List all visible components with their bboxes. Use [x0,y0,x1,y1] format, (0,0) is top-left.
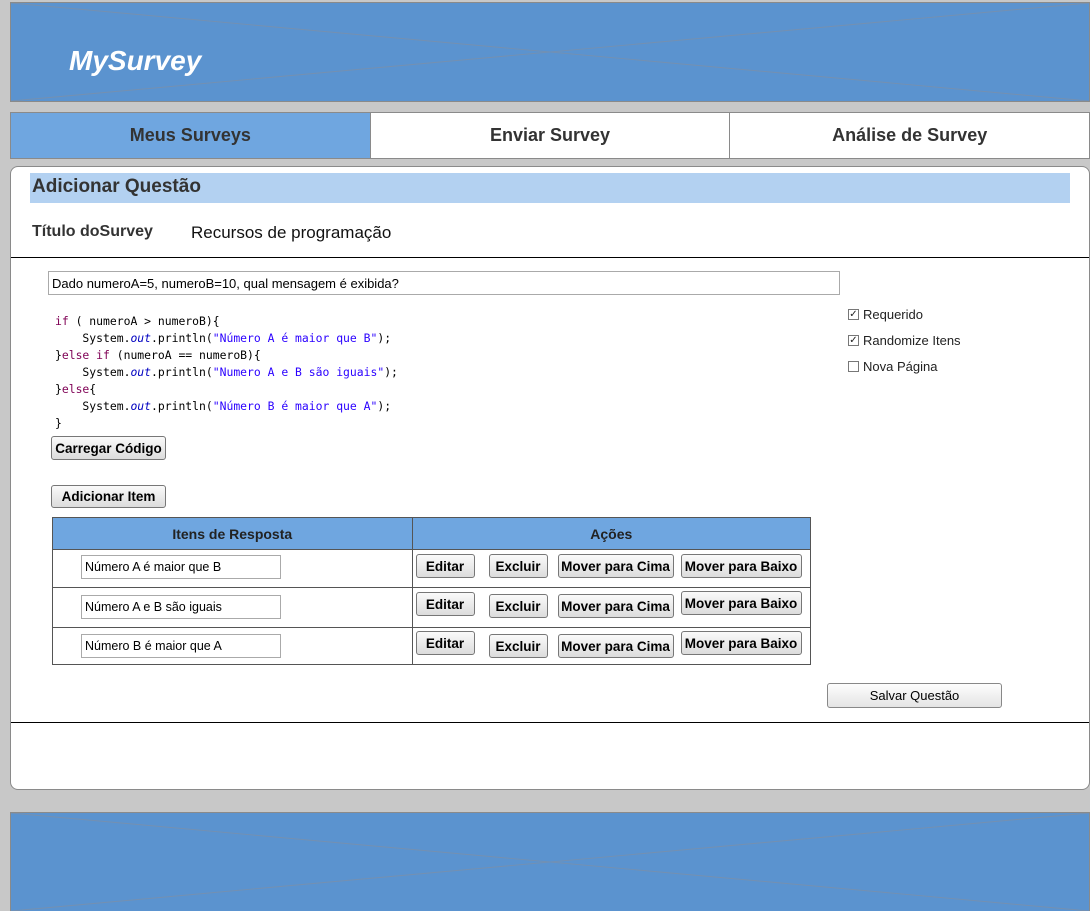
actions-cell: Editar Excluir Mover para Cima Mover par… [411,549,812,588]
delete-button[interactable]: Excluir [488,554,548,578]
delete-button[interactable]: Excluir [488,594,548,618]
divider-bottom [11,722,1089,723]
code-editor[interactable]: if ( numeroA > numeroB){ System.out.prin… [55,313,398,432]
divider-top [11,257,1089,258]
tab-meus-surveys[interactable]: Meus Surveys [10,112,371,159]
tab-analise-survey[interactable]: Análise de Survey [730,112,1090,159]
header-banner: MySurvey [10,2,1090,102]
survey-title-label: Título doSurvey [32,223,153,240]
answer-items-table: Itens de Resposta Ações Editar Excluir M… [52,517,812,665]
save-question-button[interactable]: Salvar Questão [827,683,1002,708]
table-row: Editar Excluir Mover para Cima Mover par… [52,627,812,665]
question-text-input[interactable] [48,271,840,295]
randomize-checkbox[interactable]: ✓ Randomize Itens [848,333,961,348]
footer-banner [10,812,1090,911]
checkbox-icon [848,361,859,372]
randomize-label: Randomize Itens [863,333,961,348]
edit-button[interactable]: Editar [415,631,475,655]
answer-item-input[interactable] [81,634,281,658]
edit-button[interactable]: Editar [415,554,475,578]
main-nav: Meus Surveys Enviar Survey Análise de Su… [10,112,1090,159]
delete-button[interactable]: Excluir [488,634,548,658]
question-editor-panel: Adicionar Questão Título doSurvey Recurs… [10,166,1090,790]
required-checkbox[interactable]: ✓ Requerido [848,307,923,322]
answer-item-input[interactable] [81,555,281,579]
app-logo: MySurvey [69,45,202,76]
move-up-button[interactable]: Mover para Cima [557,634,674,658]
required-label: Requerido [863,307,923,322]
survey-title-value: Recursos de programação [191,223,392,242]
column-header-actions: Ações [411,517,812,550]
checkbox-icon: ✓ [848,334,859,346]
move-up-button[interactable]: Mover para Cima [557,594,674,618]
actions-cell: Editar Excluir Mover para Cima Mover par… [411,627,812,665]
edit-button[interactable]: Editar [415,592,475,616]
load-code-button[interactable]: Carregar Código [51,436,166,460]
actions-cell: Editar Excluir Mover para Cima Mover par… [411,587,812,628]
section-title: Adicionar Questão [30,173,1070,203]
answer-item-input[interactable] [81,595,281,619]
item-cell [52,587,413,628]
column-header-items: Itens de Resposta [52,517,413,550]
tab-enviar-survey[interactable]: Enviar Survey [370,112,731,159]
move-up-button[interactable]: Mover para Cima [557,554,674,578]
table-row: Editar Excluir Mover para Cima Mover par… [52,587,812,628]
new-page-label: Nova Página [863,359,938,374]
move-down-button[interactable]: Mover para Baixo [680,631,802,655]
item-cell [52,627,413,665]
table-row: Editar Excluir Mover para Cima Mover par… [52,549,812,588]
move-down-button[interactable]: Mover para Baixo [680,554,802,578]
item-cell [52,549,413,588]
new-page-checkbox[interactable]: Nova Página [848,359,937,374]
table-header-row: Itens de Resposta Ações [52,517,812,550]
checkbox-icon: ✓ [848,308,859,320]
placeholder-cross-graphic [11,813,1089,911]
move-down-button[interactable]: Mover para Baixo [680,591,802,615]
add-item-button[interactable]: Adicionar Item [51,485,166,508]
